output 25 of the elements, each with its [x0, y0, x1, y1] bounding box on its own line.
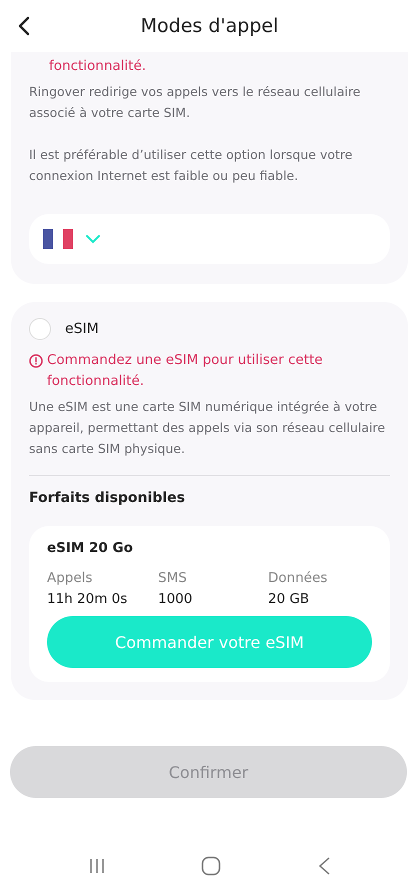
stat-value: 1000 [158, 590, 194, 609]
stat-label: SMS [158, 569, 188, 588]
radio-button[interactable] [29, 318, 51, 340]
warning-text: fonctionnalité. [48, 57, 146, 76]
description-text: Ringover redirige vos appels vers le réseau cellulaire associé à votre carte SIM. [29, 83, 362, 122]
home-icon[interactable] [201, 856, 222, 876]
stat-value: 11h 20m 0s [47, 590, 128, 609]
flag-icon [43, 229, 73, 249]
plan-name: eSIM 20 Go [47, 540, 134, 556]
section-title: Forfaits disponibles [29, 490, 186, 506]
recent-apps-icon[interactable] [88, 858, 106, 874]
alert-icon [29, 354, 43, 368]
warning-text: Commandez une eSIM pour utiliser cette fonctionnalité. [47, 351, 324, 391]
option-label: eSIM [65, 321, 99, 337]
country-select[interactable] [29, 214, 390, 264]
page-title: Modes d'appel [140, 15, 278, 37]
back-icon[interactable] [317, 856, 332, 876]
stat-label: Appels [47, 569, 94, 588]
order-button[interactable]: Commander votre eSIM [47, 616, 372, 668]
description-text: Il est préférable d’utiliser cette option lorsque votre connexion Internet est faible ou peu fiable. [29, 146, 354, 185]
back-icon [16, 16, 32, 36]
chevron-down-icon [85, 234, 101, 244]
description-text: Une eSIM est une carte SIM numérique intégrée à votre appareil, permettant des appels via son réseau cellulaire sans carte SIM physique. [29, 398, 386, 458]
stat-label: Données [268, 569, 328, 588]
stat-value: 20 GB [268, 590, 310, 609]
